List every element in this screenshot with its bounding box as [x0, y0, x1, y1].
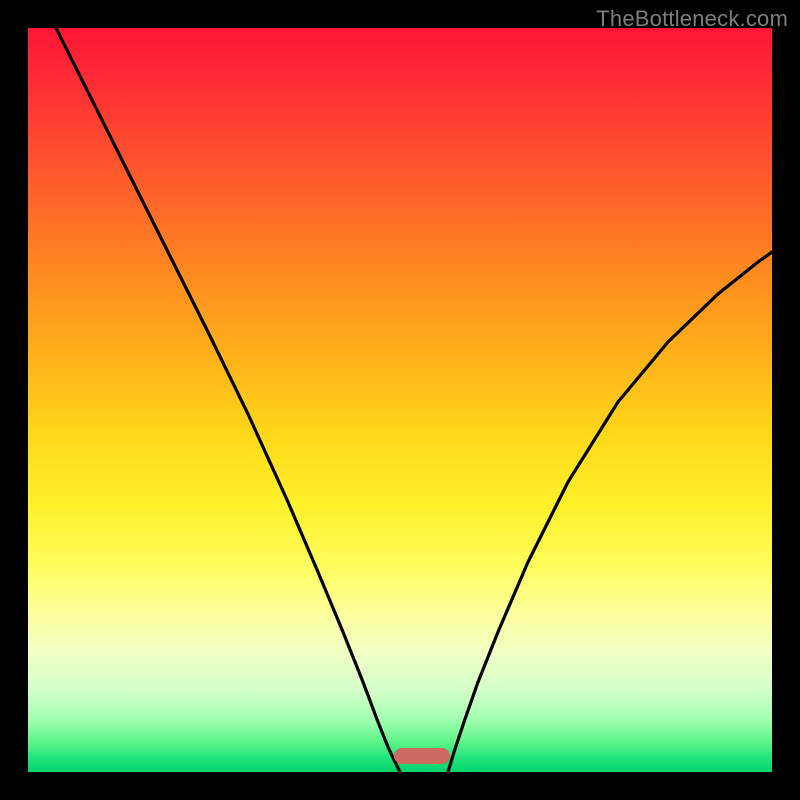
bottleneck-marker — [394, 748, 450, 764]
outer-frame: TheBottleneck.com — [0, 0, 800, 800]
curves-svg — [28, 28, 772, 772]
plot-area — [28, 28, 772, 772]
left-curve — [56, 28, 400, 772]
right-curve — [448, 252, 772, 772]
watermark-text: TheBottleneck.com — [596, 6, 788, 32]
